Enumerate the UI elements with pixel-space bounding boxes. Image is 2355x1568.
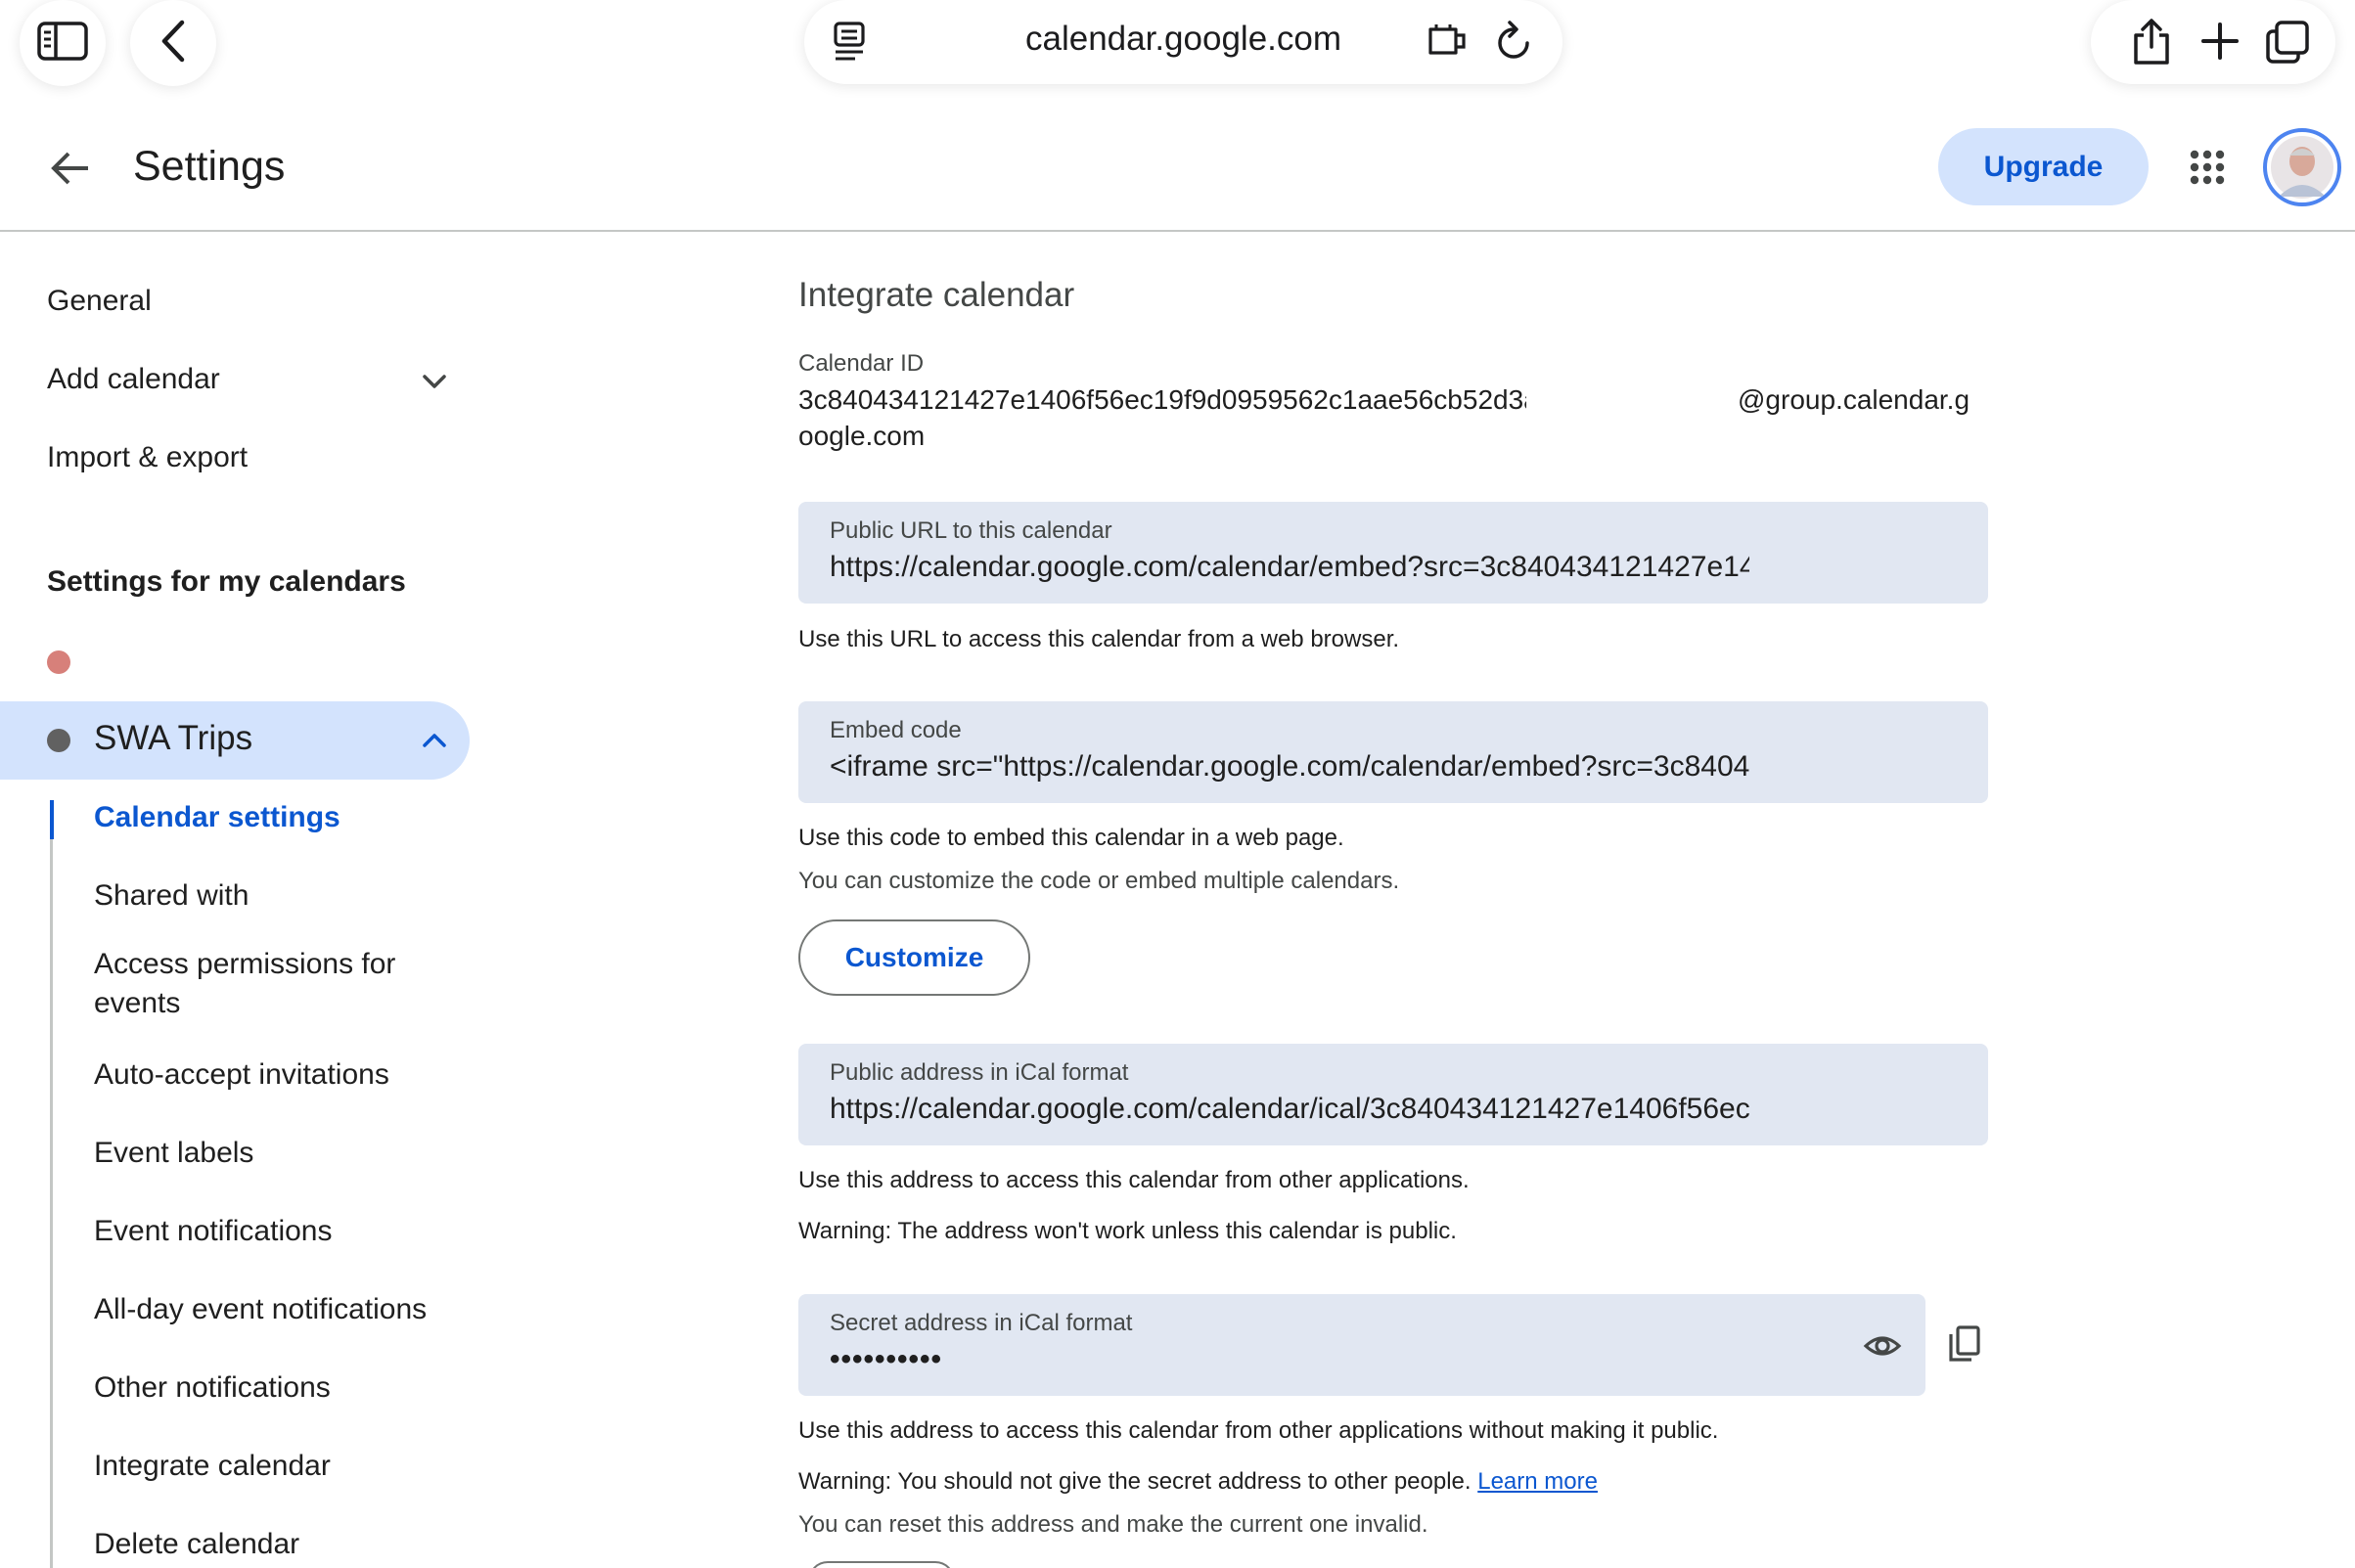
embed-code-value[interactable]: <iframe src="https://calendar.google.com… (830, 750, 1749, 784)
extension-icon[interactable] (1427, 22, 1470, 66)
secret-ical-reset-help: You can reset this address and make the … (798, 1511, 1428, 1538)
page-title: Settings (133, 143, 286, 190)
public-ical-value[interactable]: https://calendar.google.com/calendar/ica… (830, 1093, 1749, 1126)
section-title: Integrate calendar (798, 276, 1075, 314)
public-url-value[interactable]: https://calendar.google.com/calendar/emb… (830, 551, 1749, 584)
calendar-id-part1: 3c840434121427e1406f56ec19f9d0959562c1aa… (798, 384, 1526, 415)
subnav-shared-with[interactable]: Shared with (94, 876, 446, 916)
calendar-id-part2: @group.calendar.g (1738, 384, 1970, 415)
nav-general[interactable]: General (47, 285, 152, 318)
calendar-id-part3: oogle.com (798, 421, 926, 451)
account-avatar[interactable] (2263, 128, 2341, 206)
public-url-label: Public URL to this calendar (830, 517, 1112, 544)
subnav-event-notifications[interactable]: Event notifications (94, 1212, 446, 1251)
nav-add-calendar[interactable]: Add calendar (47, 363, 220, 396)
chevron-up-icon[interactable] (419, 725, 450, 761)
embed-code-label: Embed code (830, 717, 962, 743)
nav-import-export[interactable]: Import & export (47, 441, 248, 474)
subnav-calendar-settings[interactable]: Calendar settings (94, 798, 446, 837)
public-ical-warning: Warning: The address won't work unless t… (798, 1218, 1457, 1244)
embed-code-field[interactable]: Embed code <iframe src="https://calendar… (798, 701, 1988, 803)
learn-more-link[interactable]: Learn more (1477, 1468, 1598, 1495)
chevron-left-icon (159, 19, 188, 68)
secret-ical-warning-text: Warning: You should not give the secret … (798, 1468, 1472, 1495)
browser-back-button[interactable] (130, 0, 216, 86)
subnav-active-indicator (50, 800, 54, 839)
calendar-id-label: Calendar ID (798, 350, 925, 377)
secret-ical-warning: Warning: You should not give the secret … (798, 1468, 1598, 1496)
visibility-icon[interactable] (1863, 1326, 1902, 1370)
copy-icon[interactable] (1947, 1324, 1982, 1368)
share-icon[interactable] (2130, 18, 2173, 71)
google-apps-icon[interactable] (2190, 150, 2225, 190)
tabs-icon[interactable] (2265, 20, 2310, 69)
arrow-back-icon[interactable] (47, 145, 94, 192)
subnav-auto-accept[interactable]: Auto-accept invitations (94, 1055, 446, 1095)
address-bar[interactable]: calendar.google.com (804, 0, 1562, 84)
public-ical-field[interactable]: Public address in iCal format https://ca… (798, 1044, 1988, 1145)
reset-button[interactable] (808, 1561, 955, 1568)
public-ical-label: Public address in iCal format (830, 1059, 1129, 1086)
nav-calendar-swa-trips[interactable]: SWA Trips (0, 701, 470, 780)
public-url-field[interactable]: Public URL to this calendar https://cale… (798, 502, 1988, 604)
secret-ical-field[interactable]: Secret address in iCal format •••••••••• (798, 1294, 1925, 1396)
subnav-integrate-calendar[interactable]: Integrate calendar (94, 1447, 446, 1486)
public-url-help: Use this URL to access this calendar fro… (798, 626, 1400, 652)
calendar-color-dot (47, 729, 70, 752)
subnav-event-labels[interactable]: Event labels (94, 1134, 446, 1173)
chevron-down-icon[interactable] (419, 366, 450, 402)
nav-section-title: Settings for my calendars (47, 565, 406, 598)
sidebar-icon (37, 21, 88, 66)
public-ical-help: Use this address to access this calendar… (798, 1167, 1470, 1193)
app-header: Settings Upgrade (0, 117, 2355, 232)
customize-button[interactable]: Customize (798, 919, 1030, 996)
calendar-id-value[interactable]: 3c840434121427e1406f56ec19f9d0959562c1aa… (798, 381, 1982, 454)
subnav-allday-notifications[interactable]: All-day event notifications (94, 1290, 446, 1329)
calendar-name: SWA Trips (94, 719, 253, 757)
subnav-rail (50, 800, 53, 1568)
reload-icon[interactable] (1494, 20, 1533, 67)
subnav-other-notifications[interactable]: Other notifications (94, 1368, 446, 1408)
calendar-color-dot[interactable] (47, 650, 70, 674)
embed-customize-help: You can customize the code or embed mult… (798, 868, 1400, 894)
secret-ical-value[interactable]: •••••••••• (830, 1343, 1749, 1376)
embed-help: Use this code to embed this calendar in … (798, 825, 1344, 851)
plus-icon[interactable] (2200, 22, 2240, 66)
browser-actions (2091, 0, 2335, 84)
subnav-delete-calendar[interactable]: Delete calendar (94, 1525, 446, 1564)
upgrade-button[interactable]: Upgrade (1938, 128, 2149, 205)
subnav-access-permissions[interactable]: Access permissions for events (94, 945, 446, 1023)
secret-ical-help: Use this address to access this calendar… (798, 1417, 1719, 1444)
sidebar-toggle-button[interactable] (20, 0, 106, 86)
secret-ical-label: Secret address in iCal format (830, 1310, 1133, 1336)
